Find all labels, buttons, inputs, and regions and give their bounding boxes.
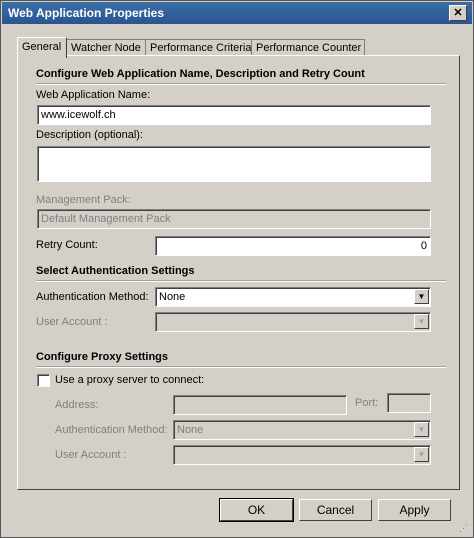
resize-grip-icon[interactable]: ⋰ (459, 523, 471, 535)
proxy-user-account-label: User Account : (55, 449, 127, 461)
divider (36, 83, 446, 85)
cancel-button[interactable]: Cancel (299, 499, 372, 521)
retry-count-value: 0 (420, 240, 427, 252)
divider (36, 366, 446, 368)
auth-method-select[interactable]: None ▼ (155, 287, 431, 307)
tab-performance-criteria[interactable]: Performance Criteria (145, 39, 253, 56)
chevron-down-icon: ▼ (414, 447, 429, 462)
proxy-port-input (387, 393, 431, 413)
tab-watcher-node[interactable]: Watcher Node (66, 39, 146, 56)
chevron-down-icon: ▼ (414, 422, 429, 437)
proxy-address-label: Address: (55, 399, 99, 411)
user-account-label: User Account : (36, 316, 108, 328)
chevron-down-icon[interactable]: ▼ (414, 289, 429, 304)
management-pack-label: Management Pack: (36, 194, 131, 206)
management-pack-field: Default Management Pack (37, 209, 431, 229)
use-proxy-checkbox[interactable] (37, 374, 50, 387)
web-app-name-input[interactable]: www.icewolf.ch (37, 105, 431, 125)
proxy-auth-method-label: Authentication Method: (55, 424, 168, 436)
dialog-window: Web Application Properties ✕ General Wat… (0, 0, 474, 538)
retry-count-label: Retry Count: (36, 239, 98, 251)
tab-performance-counter[interactable]: Performance Counter (251, 39, 365, 56)
description-label: Description (optional): (36, 129, 143, 141)
retry-count-input[interactable]: 0 (155, 236, 431, 256)
close-button[interactable]: ✕ (449, 5, 467, 21)
tab-general[interactable]: General (17, 37, 67, 58)
section-name-description: Configure Web Application Name, Descript… (36, 68, 365, 80)
title-bar: Web Application Properties ✕ (2, 2, 472, 24)
use-proxy-label[interactable]: Use a proxy server to connect: (55, 374, 204, 386)
proxy-port-label: Port: (355, 397, 379, 409)
divider (36, 280, 446, 282)
web-app-name-label: Web Application Name: (36, 89, 151, 101)
general-tab-panel: Configure Web Application Name, Descript… (17, 55, 460, 490)
apply-button[interactable]: Apply (378, 499, 451, 521)
user-account-select: ▼ (155, 312, 431, 332)
management-pack-value: Default Management Pack (41, 213, 171, 225)
auth-method-label: Authentication Method: (36, 291, 149, 303)
description-input[interactable] (37, 146, 431, 182)
ok-button[interactable]: OK (219, 498, 294, 522)
proxy-auth-method-value: None (177, 424, 204, 436)
chevron-down-icon: ▼ (414, 314, 429, 329)
section-proxy: Configure Proxy Settings (36, 351, 169, 363)
auth-method-value: None (159, 291, 186, 303)
proxy-address-input (173, 395, 347, 415)
proxy-auth-method-select: None ▼ (173, 420, 431, 440)
proxy-user-account-select: ▼ (173, 445, 431, 465)
section-authentication: Select Authentication Settings (36, 265, 195, 277)
web-app-name-value: www.icewolf.ch (41, 109, 116, 121)
window-title: Web Application Properties (8, 6, 165, 20)
